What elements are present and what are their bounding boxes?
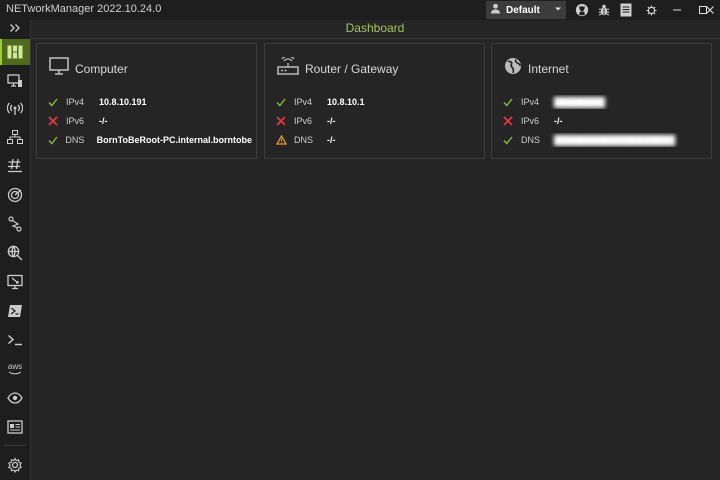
warning-triangle-icon xyxy=(275,134,287,146)
internet-card: Internet IPv4 ████████ IPv6 -/- DNS ████… xyxy=(491,43,712,159)
user-icon xyxy=(490,3,501,17)
card-title: Computer xyxy=(75,61,128,76)
terminal-icon xyxy=(8,334,22,346)
ipv4-value-redacted[interactable]: ████████ xyxy=(554,97,605,107)
close-icon[interactable] xyxy=(700,0,720,20)
error-x-icon xyxy=(47,115,59,127)
computer-card: Computer IPv4 10.8.10.191 IPv6 -/- DNS B… xyxy=(36,43,257,159)
bug-icon[interactable] xyxy=(596,2,612,18)
sidebar-item-aws[interactable]: aws xyxy=(0,356,30,382)
dns-value[interactable]: BornToBeRoot-PC.internal.borntobe xyxy=(97,135,252,145)
web-console-icon xyxy=(7,420,23,434)
sidebar-item-remote-desktop[interactable] xyxy=(0,269,30,295)
remote-desktop-icon xyxy=(7,274,23,290)
sidebar: aws xyxy=(0,20,31,480)
card-title: Router / Gateway xyxy=(305,61,399,76)
check-icon xyxy=(502,96,514,108)
ipv4-value[interactable]: 10.8.10.191 xyxy=(99,97,147,107)
ping-monitor-icon xyxy=(7,187,23,203)
check-icon xyxy=(275,96,287,108)
check-icon xyxy=(47,134,58,146)
dns-row: DNS ███████████████████ xyxy=(502,133,707,147)
sidebar-item-wifi[interactable] xyxy=(0,96,30,122)
network-interface-icon xyxy=(7,74,22,87)
error-x-icon xyxy=(502,115,514,127)
sidebar-item-ip-scanner[interactable] xyxy=(0,124,30,150)
minimize-icon[interactable] xyxy=(664,0,690,20)
chevron-down-icon xyxy=(554,5,562,16)
traceroute-icon xyxy=(8,216,22,232)
dns-row: DNS BornToBeRoot-PC.internal.borntobe xyxy=(47,133,252,147)
dns-value[interactable]: -/- xyxy=(327,135,336,145)
page-title: Dashboard xyxy=(30,20,720,39)
check-icon xyxy=(47,96,59,108)
sidebar-item-dns-lookup[interactable] xyxy=(0,240,30,266)
sidebar-item-dashboard[interactable] xyxy=(0,39,30,65)
ipv4-row: IPv4 10.8.10.1 xyxy=(275,95,480,109)
profile-value: Default xyxy=(506,4,540,16)
document-icon[interactable] xyxy=(618,2,634,18)
dns-value-redacted[interactable]: ███████████████████ xyxy=(554,135,675,145)
sidebar-item-network-interface[interactable] xyxy=(0,68,30,94)
powershell-icon xyxy=(8,305,22,317)
port-scanner-icon xyxy=(8,158,22,173)
sidebar-item-port-scanner[interactable] xyxy=(0,153,30,179)
router-gateway-card: Router / Gateway IPv4 10.8.10.1 IPv6 -/-… xyxy=(264,43,485,159)
sidebar-item-traceroute[interactable] xyxy=(0,211,30,237)
ipv6-row: IPv6 -/- xyxy=(47,114,252,128)
dns-row: DNS -/- xyxy=(275,133,480,147)
profile-dropdown[interactable]: Default xyxy=(486,1,566,19)
settings-icon xyxy=(7,457,23,473)
ipv6-row: IPv6 -/- xyxy=(275,114,480,128)
ipv4-row: IPv4 10.8.10.191 xyxy=(47,95,252,109)
ip-scanner-icon xyxy=(7,130,23,144)
aws-icon: aws xyxy=(7,362,23,371)
router-icon xyxy=(277,55,299,80)
app-title: NETworkManager 2022.10.24.0 xyxy=(6,3,162,15)
globe-icon xyxy=(504,57,522,80)
ipv6-value[interactable]: -/- xyxy=(327,116,336,126)
dashboard-icon xyxy=(7,45,23,59)
sidebar-item-tigervnc[interactable] xyxy=(0,385,30,411)
error-x-icon xyxy=(275,115,287,127)
eye-icon xyxy=(7,392,23,404)
settings-gear-icon[interactable] xyxy=(638,0,664,20)
github-icon[interactable] xyxy=(574,2,590,18)
sidebar-item-terminal[interactable] xyxy=(0,327,30,353)
ipv6-value[interactable]: -/- xyxy=(99,116,108,126)
title-bar: NETworkManager 2022.10.24.0 Default xyxy=(0,0,720,20)
dns-lookup-icon xyxy=(7,245,23,261)
ipv6-value[interactable]: -/- xyxy=(554,116,563,126)
wifi-icon xyxy=(7,102,23,115)
sidebar-item-powershell[interactable] xyxy=(0,298,30,324)
ipv6-row: IPv6 -/- xyxy=(502,114,707,128)
sidebar-item-settings[interactable] xyxy=(0,452,30,478)
ipv4-value[interactable]: 10.8.10.1 xyxy=(327,97,365,107)
ipv4-row: IPv4 ████████ xyxy=(502,95,707,109)
sidebar-item-ping-monitor[interactable] xyxy=(0,182,30,208)
computer-monitor-icon xyxy=(49,57,69,80)
sidebar-divider xyxy=(4,445,26,446)
check-icon xyxy=(502,134,514,146)
card-title: Internet xyxy=(528,61,569,76)
sidebar-item-web-console[interactable] xyxy=(0,414,30,440)
collapse-chevron-icon[interactable] xyxy=(0,20,30,36)
